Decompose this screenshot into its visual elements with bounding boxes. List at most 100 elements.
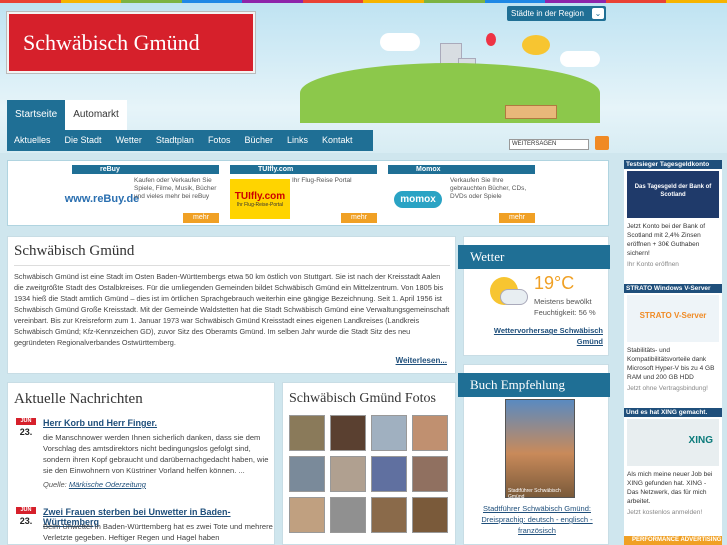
region-label: Städte in der Region <box>511 9 584 18</box>
nav-buecher[interactable]: Bücher <box>237 130 280 151</box>
news-headline[interactable]: Herr Korb und Herr Finger. <box>43 418 157 428</box>
photo-thumbnail[interactable] <box>289 497 325 533</box>
share-button[interactable]: WEITERSAGEN <box>509 139 589 150</box>
sidebar-footer: PERFORMANCE ADVERTISING <box>624 536 722 545</box>
nav-wetter[interactable]: Wetter <box>109 130 149 151</box>
momox-logo-text: momox <box>394 190 442 208</box>
nav-fotos[interactable]: Fotos <box>201 130 238 151</box>
photos-panel: Schwäbisch Gmünd Fotos <box>282 382 456 545</box>
weather-panel: Wetter 19°C Meistens bewölkt Feuchtigkei… <box>458 236 610 356</box>
photo-thumbnail[interactable] <box>330 456 366 492</box>
sun-icon <box>522 35 550 55</box>
strato-banner: STRATO V-Server <box>627 295 719 342</box>
sidebar-ad-bank[interactable]: Testsieger Tagesgeldkonto Das Tagesgeld … <box>624 160 722 269</box>
weather-condition: Meistens bewölkt <box>534 297 592 306</box>
date-day: 23. <box>19 516 33 526</box>
news-item: JUN 23. Zwei Frauen sterben bei Unwetter… <box>16 507 276 545</box>
sidebar-ad-strato[interactable]: STRATO Windows V-Server STRATO V-Server … <box>624 284 722 393</box>
cloud-icon <box>560 51 600 67</box>
ad-text: Kaufen oder Verkaufen Sie Spiele, Filme,… <box>134 177 217 200</box>
date-month: JUN <box>16 418 36 425</box>
ad-text: Ihr Flug-Reise Portal <box>292 177 352 184</box>
photo-thumbnail[interactable] <box>289 456 325 492</box>
more-button[interactable]: mehr <box>183 213 219 223</box>
intro-text: Schwäbisch Gmünd ist eine Stadt im Osten… <box>14 272 450 347</box>
tuifly-logo-text: TUIfly.com <box>234 190 286 202</box>
tuifly-logo: TUIfly.com Ihr Flug-Reise-Portal <box>230 179 290 219</box>
bank-banner: Das Tagesgeld der Bank of Scotland <box>627 171 719 218</box>
sidebar-ad-link[interactable]: Jetzt ohne Vertragsbindung! <box>624 384 722 393</box>
photo-thumbnail[interactable] <box>371 497 407 533</box>
humidity: Feuchtigkeit: 56 % <box>534 308 596 317</box>
book-link[interactable]: Stadtführer Schwäbisch Gmünd: Dreisprach… <box>472 503 602 536</box>
book-title: Buch Empfehlung <box>458 373 610 397</box>
photo-thumbnail[interactable] <box>289 415 325 451</box>
sidebar-ad-xing[interactable]: Und es hat XING gemacht. XING Als mich m… <box>624 408 722 517</box>
book-cover-text: Stadtführer Schwäbisch Gmünd <box>508 488 561 500</box>
balloon-icon <box>486 33 496 46</box>
momox-logo: momox <box>388 179 448 219</box>
dock-illustration <box>505 105 557 119</box>
sidebar-ad-text: Als mich meine neuer Job bei XING gefund… <box>627 471 713 505</box>
news-panel: Aktuelle Nachrichten JUN 23. Herr Korb u… <box>7 382 275 545</box>
news-title: Aktuelle Nachrichten <box>14 391 143 407</box>
nav-stadtplan[interactable]: Stadtplan <box>149 130 201 151</box>
photos-title: Schwäbisch Gmünd Fotos <box>289 391 436 406</box>
news-source: Quelle: Märkische Oderzeitung <box>43 480 146 489</box>
sidebar-ad-link[interactable]: Ihr Konto eröffnen <box>624 260 722 269</box>
tuifly-tagline: Ihr Flug-Reise-Portal <box>236 201 284 208</box>
cloud-icon <box>500 289 528 305</box>
chevron-down-icon: ⌄ <box>592 8 604 19</box>
sidebar-ad-head: Testsieger Tagesgeldkonto <box>624 160 722 169</box>
forecast-link[interactable]: Wettervorhersage Schwäbisch Gmünd <box>473 325 603 347</box>
photo-thumbnail[interactable] <box>412 415 448 451</box>
ad-title: TUIfly.com <box>230 165 377 174</box>
date-badge: JUN 23. <box>16 418 36 440</box>
ad-title: Momox <box>388 165 535 174</box>
photo-thumbnail[interactable] <box>412 497 448 533</box>
sidebar-ad-head: Und es hat XING gemacht. <box>624 408 722 417</box>
sidebar-ad-link[interactable]: Jetzt kostenlos anmelden! <box>624 508 722 517</box>
weather-title: Wetter <box>458 245 610 269</box>
divider <box>14 265 450 266</box>
more-button[interactable]: mehr <box>341 213 377 223</box>
sidebar-ads: Testsieger Tagesgeldkonto Das Tagesgeld … <box>624 160 722 545</box>
sidebar-ad-text: Jetzt Konto bei der Bank of Scotland mit… <box>627 223 706 257</box>
nav-aktuelles[interactable]: Aktuelles <box>7 130 58 151</box>
date-badge: JUN 23. <box>16 507 36 529</box>
read-more-link[interactable]: Weiterlesen... <box>396 356 447 365</box>
ad-text: Verkaufen Sie Ihre gebrauchten Bücher, C… <box>450 177 527 200</box>
sub-navigation: Aktuelles Die Stadt Wetter Stadtplan Fot… <box>7 130 373 151</box>
more-button[interactable]: mehr <box>499 213 535 223</box>
nav-die-stadt[interactable]: Die Stadt <box>58 130 109 151</box>
photo-thumbnail[interactable] <box>412 456 448 492</box>
intro-title: Schwäbisch Gmünd <box>14 243 135 259</box>
date-day: 23. <box>19 427 33 437</box>
photo-grid <box>289 415 448 533</box>
ad-tuifly[interactable]: TUIfly.com TUIfly.com Ihr Flug-Reise-Por… <box>230 165 377 223</box>
sidebar-ad-head: STRATO Windows V-Server <box>624 284 722 293</box>
source-link[interactable]: Märkische Oderzeitung <box>69 480 146 489</box>
main-tabs: Startseite Automarkt <box>7 100 127 130</box>
book-cover[interactable]: Stadtführer Schwäbisch Gmünd <box>505 399 575 500</box>
intro-panel: Schwäbisch Gmünd Schwäbisch Gmünd ist ei… <box>7 236 456 374</box>
cloud-icon <box>380 33 420 51</box>
nav-kontakt[interactable]: Kontakt <box>315 130 360 151</box>
ad-title: reBuy <box>72 165 219 174</box>
ad-rebuy[interactable]: reBuy www.reBuy.de Kaufen oder Verkaufen… <box>65 165 219 223</box>
tab-automarkt[interactable]: Automarkt <box>65 100 127 130</box>
ad-momox[interactable]: Momox momox Verkaufen Sie Ihre gebraucht… <box>388 165 535 223</box>
photo-thumbnail[interactable] <box>330 415 366 451</box>
xing-banner: XING <box>627 419 719 466</box>
temperature: 19°C <box>534 273 575 293</box>
tab-startseite[interactable]: Startseite <box>7 100 66 130</box>
photo-thumbnail[interactable] <box>330 497 366 533</box>
photo-thumbnail[interactable] <box>371 456 407 492</box>
photo-thumbnail[interactable] <box>371 415 407 451</box>
region-dropdown[interactable]: Städte in der Region ⌄ <box>507 6 606 21</box>
source-label: Quelle: <box>43 480 67 489</box>
rss-icon[interactable] <box>595 136 609 150</box>
site-logo[interactable]: Schwäbisch Gmünd <box>7 12 255 73</box>
ad-bar: reBuy www.reBuy.de Kaufen oder Verkaufen… <box>7 160 609 226</box>
nav-links[interactable]: Links <box>280 130 315 151</box>
